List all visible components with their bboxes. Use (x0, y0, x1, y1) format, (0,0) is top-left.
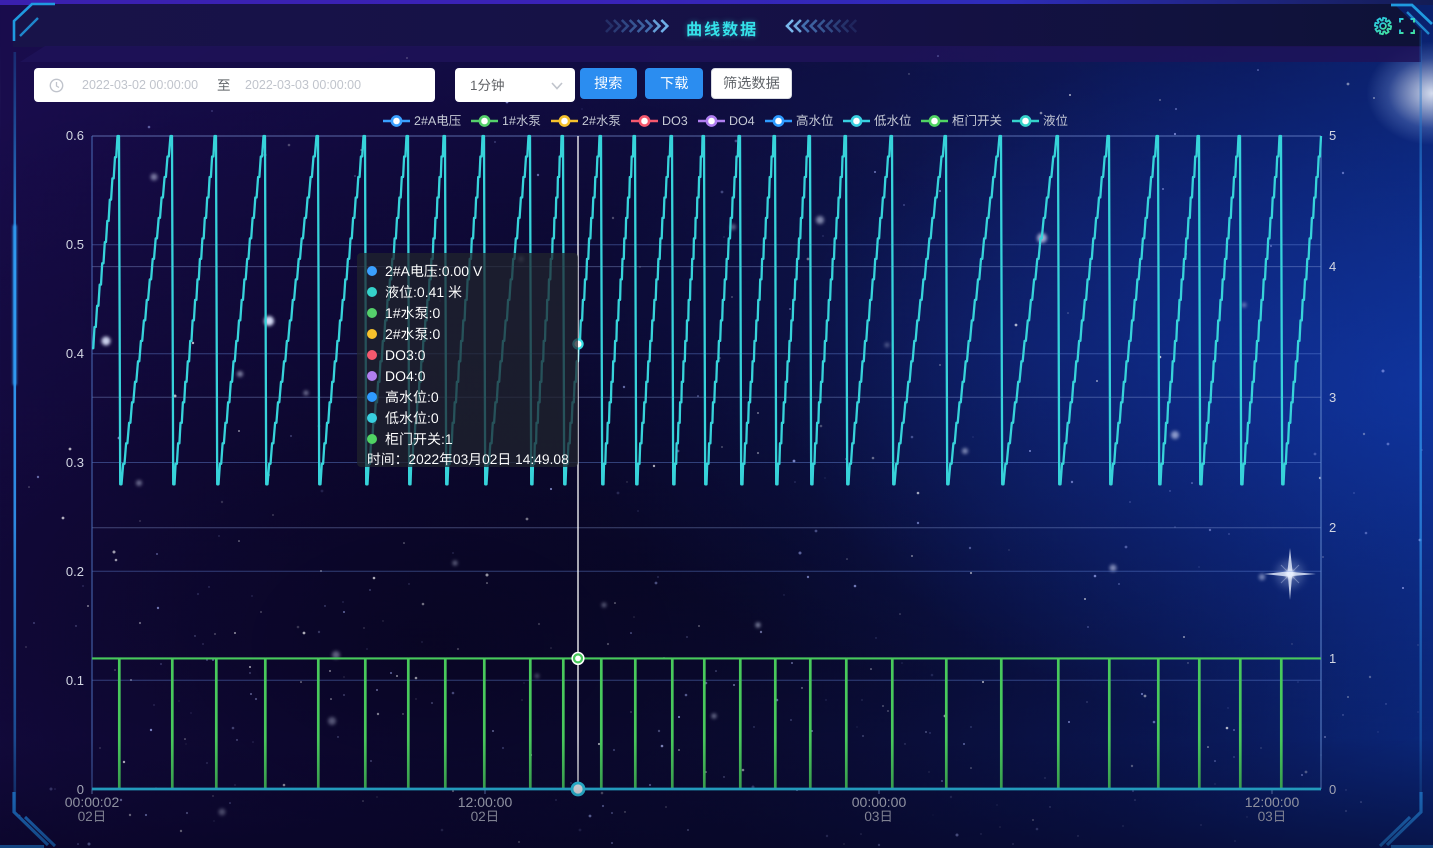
svg-text:0.2: 0.2 (66, 564, 84, 579)
svg-text:00:00:02: 00:00:02 (65, 794, 120, 810)
svg-text:0.6: 0.6 (66, 128, 84, 143)
svg-text:2: 2 (1329, 520, 1336, 535)
svg-text:4: 4 (1329, 259, 1336, 274)
svg-text:0.4: 0.4 (66, 346, 84, 361)
svg-text:0.3: 0.3 (66, 455, 84, 470)
svg-text:12:00:00: 12:00:00 (1245, 794, 1300, 810)
svg-text:00:00:00: 00:00:00 (852, 794, 907, 810)
svg-text:0.1: 0.1 (66, 673, 84, 688)
svg-text:3: 3 (1329, 390, 1336, 405)
svg-text:5: 5 (1329, 128, 1336, 143)
svg-text:1: 1 (1329, 651, 1336, 666)
svg-text:0: 0 (1329, 782, 1336, 797)
svg-text:0.5: 0.5 (66, 237, 84, 252)
svg-text:12:00:00: 12:00:00 (458, 794, 513, 810)
